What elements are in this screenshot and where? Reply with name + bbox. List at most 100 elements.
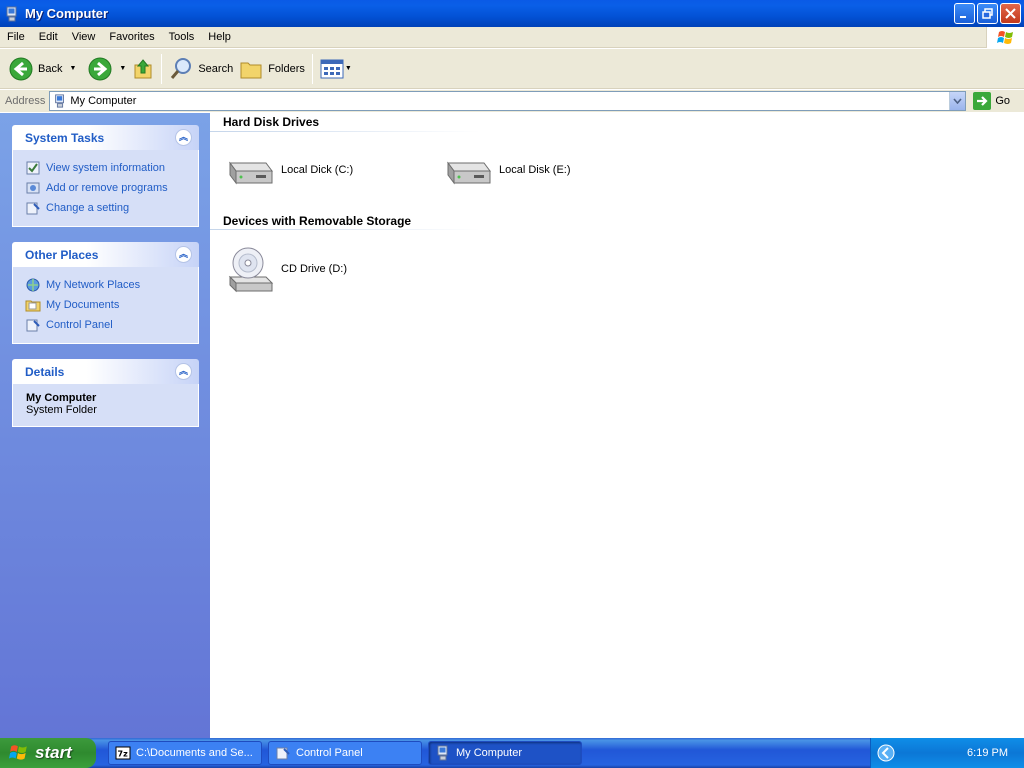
hard-drive-icon	[447, 161, 491, 185]
views-button[interactable]: ▼	[317, 52, 355, 86]
search-button[interactable]: Search	[166, 52, 236, 86]
other-places-panel: Other Places ︽ My Network Places My Docu…	[12, 242, 199, 344]
7zip-icon: 7z	[115, 746, 131, 760]
address-input[interactable]: My Computer	[49, 91, 967, 111]
view-system-information-link[interactable]: View system information	[25, 158, 198, 178]
restore-button[interactable]	[977, 3, 998, 24]
my-documents-link[interactable]: My Documents	[25, 295, 198, 315]
menu-favorites[interactable]: Favorites	[102, 27, 161, 48]
chevron-down-icon	[953, 98, 962, 104]
my-network-places-link[interactable]: My Network Places	[25, 275, 198, 295]
restore-icon	[982, 8, 993, 19]
add-remove-programs-icon	[26, 182, 40, 194]
search-label: Search	[198, 62, 234, 75]
svg-text:7z: 7z	[118, 750, 129, 759]
close-button[interactable]	[1000, 3, 1021, 24]
details-name: My Computer	[26, 392, 97, 404]
menu-tools[interactable]: Tools	[162, 27, 202, 48]
back-label: Back	[38, 62, 63, 75]
forward-button[interactable]: ▼	[85, 52, 129, 86]
task-label: My Computer	[456, 747, 523, 759]
collapse-icon[interactable]: ︽	[175, 129, 192, 146]
menu-edit[interactable]: Edit	[32, 27, 65, 48]
drive-label: CD Drive (D:)	[281, 263, 347, 275]
views-icon	[320, 59, 344, 78]
windows-logo-icon	[986, 27, 1024, 48]
taskbar-item-7zip[interactable]: 7z C:\Documents and Se...	[108, 741, 262, 765]
computer-icon	[437, 745, 448, 761]
collapse-icon[interactable]: ︽	[175, 363, 192, 380]
my-documents-icon	[25, 300, 41, 312]
folders-button[interactable]: Folders	[236, 52, 308, 86]
add-remove-programs-link[interactable]: Add or remove programs	[25, 178, 198, 198]
removable-storage-header: Devices with Removable Storage	[223, 214, 412, 228]
up-folder-icon	[134, 58, 152, 78]
change-setting-link[interactable]: Change a setting	[25, 198, 198, 218]
close-icon	[1005, 8, 1016, 19]
system-tray: 6:19 PM	[870, 738, 1024, 768]
start-label: start	[35, 743, 72, 762]
folders-label: Folders	[268, 62, 305, 75]
details-type: System Folder	[26, 404, 97, 416]
start-button[interactable]: start	[0, 738, 96, 768]
views-dropdown-icon[interactable]: ▼	[345, 65, 352, 72]
link-label: View system information	[46, 162, 166, 174]
control-panel-icon	[26, 202, 40, 215]
menu-help[interactable]: Help	[201, 27, 238, 48]
link-label: Control Panel	[46, 319, 113, 331]
collapse-icon[interactable]: ︽	[175, 246, 192, 263]
window-title: My Computer	[25, 6, 109, 21]
minimize-button[interactable]	[954, 3, 975, 24]
task-label: C:\Documents and Se...	[136, 747, 253, 759]
forward-dropdown-icon[interactable]: ▼	[119, 65, 126, 72]
details-title: Details	[25, 364, 65, 379]
back-arrow-icon	[9, 57, 33, 80]
toolbar: Back ▼ ▼ Search Folders ▼	[0, 49, 1024, 89]
address-dropdown-button[interactable]	[949, 92, 966, 110]
other-places-header[interactable]: Other Places ︽	[12, 242, 199, 267]
drive-label: Local Disk (E:)	[499, 164, 571, 176]
group-divider	[210, 131, 480, 132]
computer-icon	[55, 94, 65, 108]
forward-arrow-icon	[88, 57, 112, 80]
system-info-icon	[26, 161, 40, 175]
hard-disk-drives-header: Hard Disk Drives	[223, 115, 320, 129]
address-label: Address	[5, 95, 46, 107]
network-places-icon	[26, 278, 40, 292]
hard-drive-icon	[229, 161, 273, 185]
explorer-window: My Computer File Edit View Favorites Too…	[0, 0, 1024, 738]
menu-file[interactable]: File	[0, 27, 32, 48]
title-bar[interactable]: My Computer	[0, 0, 1024, 27]
control-panel-icon	[276, 747, 290, 760]
go-button[interactable]: Go	[973, 92, 1010, 110]
link-label: My Documents	[46, 299, 120, 311]
address-bar: Address My Computer Go	[0, 90, 1024, 112]
local-disk-c[interactable]: Local Dick (C:)	[226, 155, 353, 185]
details-header[interactable]: Details ︽	[12, 359, 199, 384]
clock[interactable]: 6:19 PM	[967, 747, 1008, 759]
cd-drive-d[interactable]: CD Drive (D:)	[226, 245, 347, 293]
taskbar: start 7z C:\Documents and Se... Control …	[0, 738, 1024, 768]
go-arrow-icon	[973, 92, 992, 110]
back-button[interactable]: Back ▼	[6, 52, 79, 86]
taskbar-item-control-panel[interactable]: Control Panel	[268, 741, 422, 765]
control-panel-icon	[26, 319, 40, 332]
windows-logo-icon	[9, 745, 27, 760]
taskbar-item-my-computer[interactable]: My Computer	[428, 741, 582, 765]
system-tasks-header[interactable]: System Tasks ︽	[12, 125, 199, 150]
system-tasks-title: System Tasks	[25, 130, 105, 145]
computer-icon	[6, 6, 17, 21]
menu-view[interactable]: View	[65, 27, 103, 48]
control-panel-link[interactable]: Control Panel	[25, 315, 198, 335]
local-disk-e[interactable]: Local Disk (E:)	[444, 155, 571, 185]
cd-drive-icon	[228, 247, 274, 293]
menu-bar: File Edit View Favorites Tools Help	[0, 27, 1024, 48]
show-hidden-icons-button[interactable]	[877, 744, 895, 762]
drive-label: Local Dick (C:)	[281, 164, 354, 176]
toolbar-separator	[161, 53, 163, 84]
file-view: Hard Disk Drives Local Dick (C:) Local D…	[210, 113, 1024, 738]
task-label: Control Panel	[296, 747, 363, 759]
back-dropdown-icon[interactable]: ▼	[69, 65, 76, 72]
up-folder-button[interactable]	[129, 52, 157, 86]
address-value: My Computer	[70, 95, 137, 107]
